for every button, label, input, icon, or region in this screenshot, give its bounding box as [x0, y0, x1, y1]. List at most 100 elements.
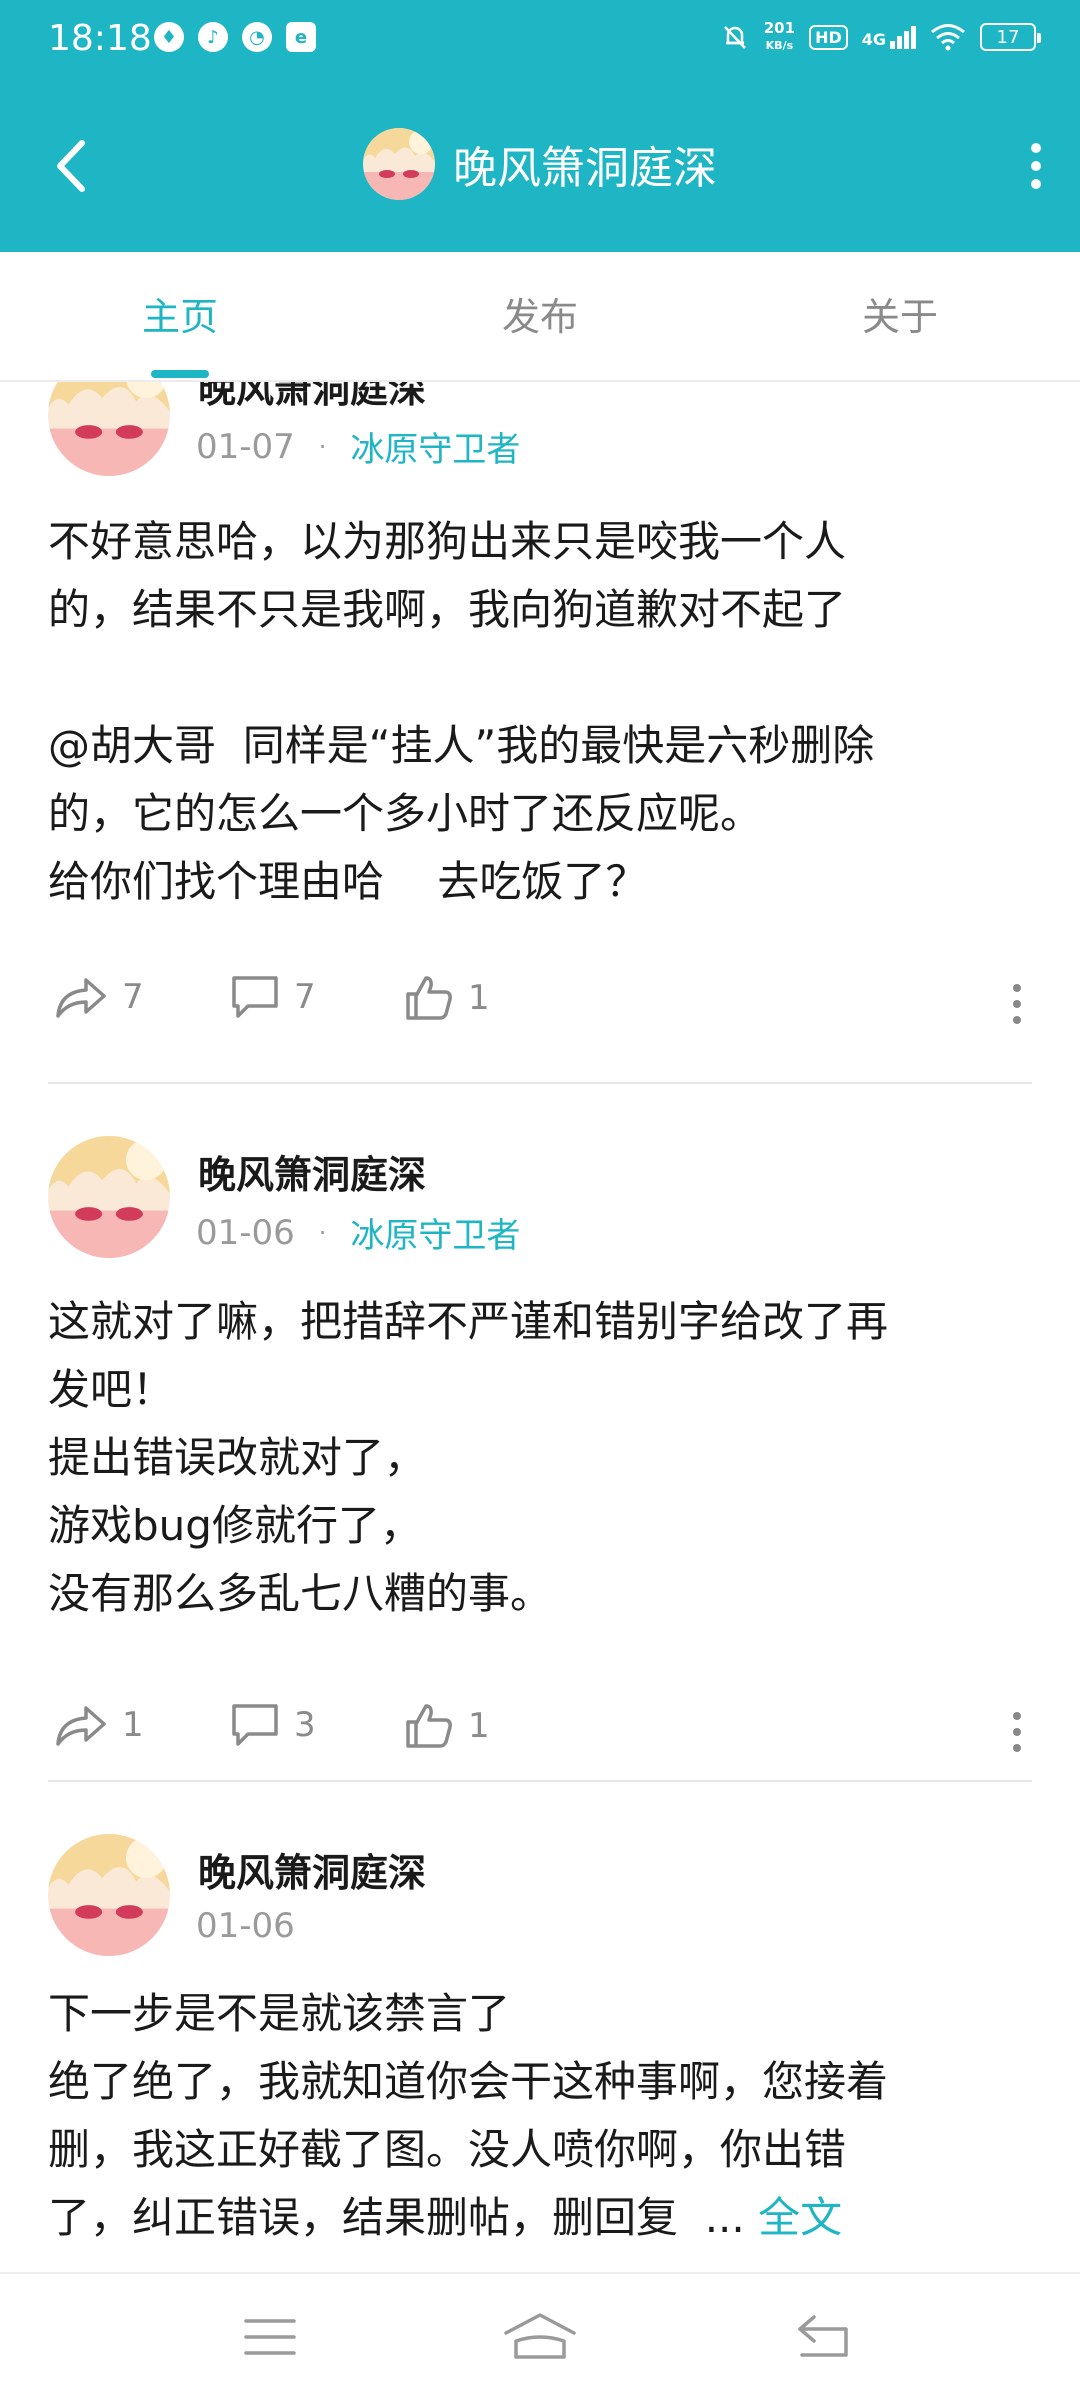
- comment-bubble-icon: [232, 1704, 278, 1746]
- post-feed[interactable]: 晚风箫洞庭深 01-07 · 冰原守卫者 不好意思哈，以为那狗出来只是咬我一个人…: [0, 382, 1080, 2272]
- network-type: 4G: [861, 29, 886, 49]
- top-app-bar: 18:18 ♦ ♪ ◔ e 201 KB/s HD 4G 17 晚风箫洞庭深: [0, 0, 1080, 252]
- post-body[interactable]: 下一步是不是就该禁言了 绝了绝了，我就知道你会干这种事啊，您接着 删，我这正好截…: [48, 1980, 1032, 2252]
- tab-publish[interactable]: 发布: [360, 252, 720, 380]
- menu-button[interactable]: [230, 2302, 310, 2372]
- comment-count: 3: [294, 1705, 316, 1745]
- post-card[interactable]: 晚风箫洞庭深 01-07 · 冰原守卫者 不好意思哈，以为那狗出来只是咬我一个人…: [48, 382, 1032, 1074]
- profile-header: 晚风箫洞庭深: [0, 120, 1080, 220]
- like-button[interactable]: 1: [404, 1702, 490, 1750]
- post-tag[interactable]: 冰原守卫者: [350, 1208, 520, 1257]
- tab-publish-label: 发布: [501, 295, 578, 339]
- post-meta: 01-06: [196, 1906, 295, 1946]
- full-text-link[interactable]: 全文: [758, 2193, 842, 2242]
- post-actions: 7 7 1: [48, 974, 1032, 1034]
- avatar[interactable]: [363, 128, 435, 200]
- post-author[interactable]: 晚风箫洞庭深: [198, 382, 426, 413]
- post-text-line: 了，纠正错误，结果删帖，删回复 ... 全文: [48, 2184, 1032, 2252]
- network-speed-value: 201: [763, 19, 796, 37]
- post-text-line: 不好意思哈，以为那狗出来只是咬我一个人: [48, 517, 847, 566]
- post-divider: [48, 1082, 1032, 1084]
- home-button[interactable]: [500, 2302, 580, 2372]
- browser-notification-icon: e: [286, 22, 316, 52]
- post-card[interactable]: 晚风箫洞庭深 01-06 下一步是不是就该禁言了 绝了绝了，我就知道你会干这种事…: [48, 1834, 1032, 2272]
- mute-bell-icon: [723, 26, 746, 49]
- network-speed-unit: KB/s: [765, 39, 794, 52]
- post-text-line: 没有那么多乱七八糟的事。: [48, 1569, 553, 1618]
- share-button[interactable]: 7: [54, 974, 144, 1020]
- post-text-line: 的，结果不只是我啊，我向狗道歉对不起了: [48, 585, 847, 634]
- post-body[interactable]: 不好意思哈，以为那狗出来只是咬我一个人 的，结果不只是我啊，我向狗道歉对不起了 …: [48, 508, 1032, 916]
- meta-separator: ·: [318, 1218, 327, 1247]
- post-divider: [48, 1780, 1032, 1782]
- network-speed: 201 KB/s: [764, 20, 795, 54]
- comment-bubble-icon: [232, 976, 278, 1018]
- post-text-line: 下一步是不是就该禁言了: [48, 1989, 511, 2038]
- tab-home[interactable]: 主页: [0, 252, 360, 380]
- post-more-button[interactable]: [1002, 1702, 1032, 1762]
- post-date: 01-06: [196, 1906, 295, 1946]
- back-nav-button[interactable]: [784, 2302, 864, 2372]
- post-text-line: 提出错误改就对了，: [48, 1433, 427, 1482]
- post-date: 01-07: [196, 426, 295, 467]
- system-navigation-bar: [0, 2272, 1080, 2400]
- avatar[interactable]: [48, 382, 170, 476]
- header-profile: 晚风箫洞庭深: [0, 128, 1080, 200]
- avatar-illustration: [48, 1136, 170, 1258]
- comment-button[interactable]: 3: [230, 1702, 316, 1748]
- post-text-line: 绝了绝了，我就知道你会干这种事啊，您接着: [48, 2057, 889, 2106]
- system-icons: 201 KB/s HD 4G 17: [720, 20, 1041, 54]
- post-text-line: 删，我这正好截了图。没人喷你啊，你出错: [48, 2125, 847, 2174]
- avatar-illustration: [48, 1834, 170, 1956]
- page-title: 晚风箫洞庭深: [453, 143, 717, 194]
- app-notification-icon: ♦: [154, 22, 184, 52]
- post-more-button[interactable]: [1002, 974, 1032, 1034]
- wifi-icon: [931, 24, 965, 51]
- share-button[interactable]: 1: [54, 1702, 144, 1748]
- battery-indicator: 17: [980, 23, 1041, 51]
- avatar-illustration: [363, 128, 435, 200]
- like-count: 1: [468, 1706, 490, 1746]
- post-text-line: [48, 644, 1032, 712]
- thumbs-up-icon: [406, 1704, 452, 1748]
- speedometer-notification-icon: ◔: [242, 22, 272, 52]
- avatar[interactable]: [48, 1136, 170, 1258]
- tab-about[interactable]: 关于: [720, 252, 1080, 380]
- return-arrow-icon: [798, 2315, 848, 2357]
- comment-count: 7: [294, 977, 316, 1017]
- like-button[interactable]: 1: [404, 974, 490, 1022]
- post-meta: 01-07 · 冰原守卫者: [196, 422, 520, 471]
- signal-indicator: 4G: [861, 25, 916, 49]
- music-notification-icon: ♪: [198, 22, 228, 52]
- post-body[interactable]: 这就对了嘛，把措辞不严谨和错别字给改了再 发吧！ 提出错误改就对了， 游戏bug…: [48, 1288, 1032, 1628]
- post-actions: 1 3 1: [48, 1702, 1032, 1762]
- post-text-line: 的，它的怎么一个多小时了还反应呢。: [48, 789, 763, 838]
- tab-home-label: 主页: [141, 295, 218, 339]
- post-date: 01-06: [196, 1212, 295, 1253]
- post-text-line-truncated: 了，纠正错误，结果删帖，删回复 ...: [48, 2193, 759, 2242]
- meta-separator: ·: [318, 432, 327, 461]
- post-tag[interactable]: 冰原守卫者: [350, 422, 520, 471]
- tab-about-label: 关于: [861, 295, 938, 339]
- avatar[interactable]: [48, 1834, 170, 1956]
- post-text-line: 给你们找个理由哈 去吃饭了？: [48, 857, 648, 906]
- comment-button[interactable]: 7: [230, 974, 316, 1020]
- notification-icons: ♦ ♪ ◔ e: [154, 22, 316, 52]
- thumbs-up-icon: [406, 976, 452, 1020]
- status-time: 18:18: [48, 18, 152, 59]
- status-bar: 18:18 ♦ ♪ ◔ e 201 KB/s HD 4G 17: [0, 0, 1080, 82]
- share-arrow-icon: [56, 1706, 106, 1746]
- active-tab-indicator: [151, 370, 209, 378]
- home-icon: [504, 2313, 576, 2359]
- post-author[interactable]: 晚风箫洞庭深: [198, 1842, 426, 1897]
- post-author[interactable]: 晚风箫洞庭深: [198, 1144, 426, 1199]
- more-button[interactable]: [1006, 136, 1066, 196]
- share-arrow-icon: [56, 978, 106, 1018]
- post-text-line: 这就对了嘛，把措辞不严谨和错别字给改了再: [48, 1297, 889, 1346]
- avatar-illustration: [48, 382, 170, 476]
- post-text-line: 发吧！: [48, 1365, 175, 1414]
- hd-badge: HD: [809, 24, 848, 50]
- profile-tabs: 主页 发布 关于: [0, 252, 1080, 382]
- share-count: 1: [122, 1705, 144, 1745]
- post-card[interactable]: 晚风箫洞庭深 01-06 · 冰原守卫者 这就对了嘛，把措辞不严谨和错别字给改了…: [48, 1136, 1032, 1816]
